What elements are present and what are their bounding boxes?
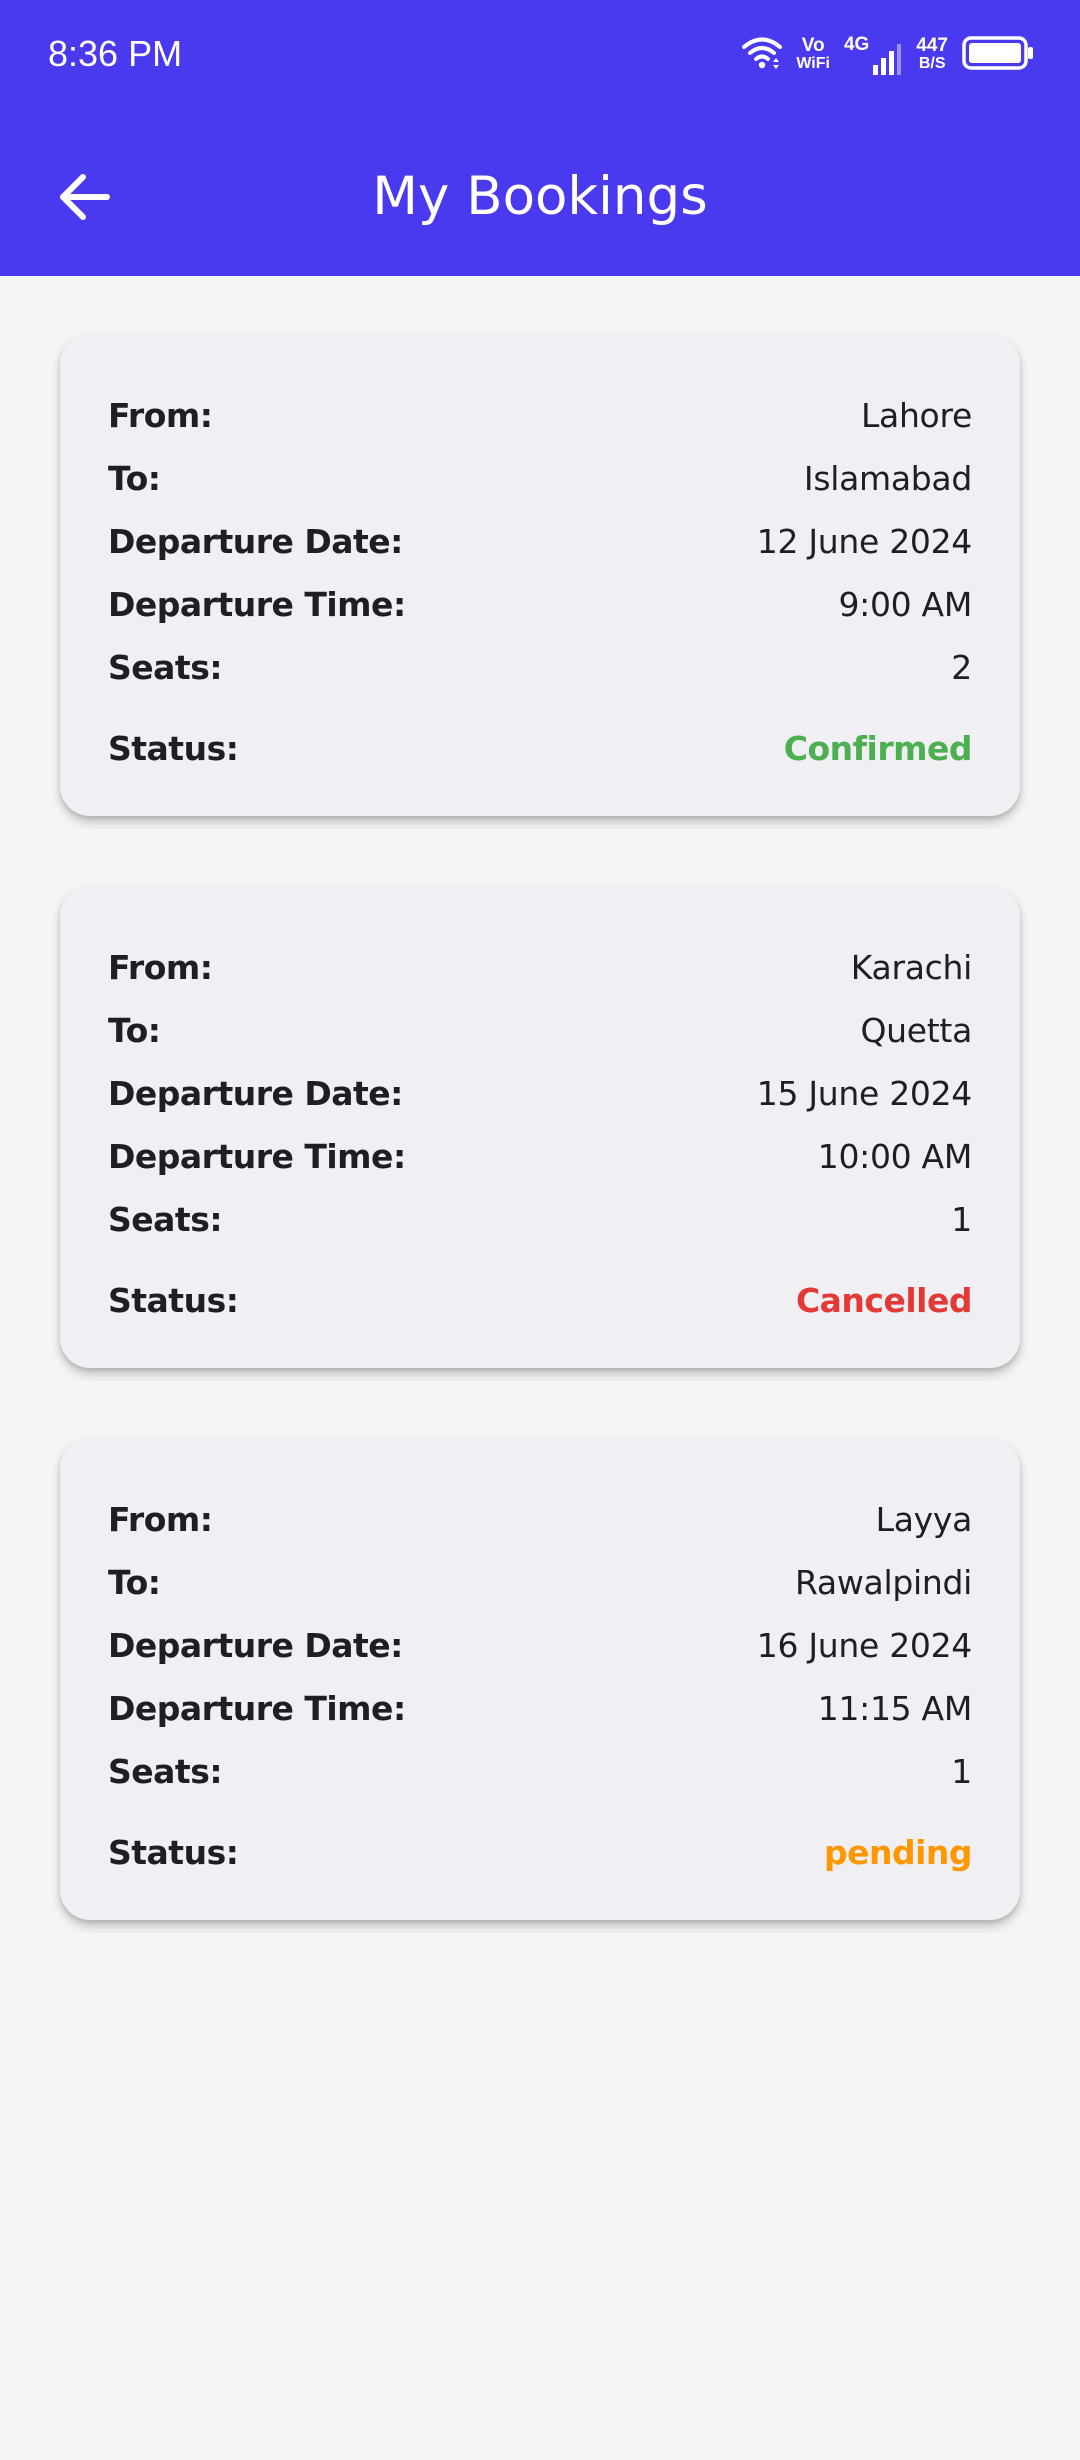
- seats-row: Seats: 1: [108, 1740, 972, 1803]
- booking-card[interactable]: From: Karachi To: Quetta Departure Date:…: [60, 886, 1020, 1368]
- bookings-list: From: Lahore To: Islamabad Departure Dat…: [60, 334, 1020, 1990]
- to-value: Islamabad: [803, 459, 972, 498]
- seats-label: Seats:: [108, 1752, 223, 1791]
- to-value: Rawalpindi: [795, 1563, 972, 1602]
- status-icons: Vo WiFi 4G 447 B/S: [742, 30, 1034, 80]
- from-label: From:: [108, 1500, 213, 1539]
- seats-value: 1: [951, 1200, 972, 1239]
- seats-value: 1: [951, 1752, 972, 1791]
- departure-date-value: 16 June 2024: [756, 1626, 973, 1665]
- status-value: Cancelled: [795, 1281, 973, 1320]
- signal-bars-icon: [873, 44, 902, 75]
- to-row: To: Islamabad: [108, 447, 972, 510]
- from-label: From:: [108, 948, 213, 987]
- to-label: To:: [108, 1011, 161, 1050]
- seats-row: Seats: 2: [108, 636, 972, 699]
- departure-time-row: Departure Time: 9:00 AM: [108, 573, 972, 636]
- departure-time-row: Departure Time: 10:00 AM: [108, 1125, 972, 1188]
- departure-date-row: Departure Date: 12 June 2024: [108, 510, 972, 573]
- departure-date-row: Departure Date: 15 June 2024: [108, 1062, 972, 1125]
- departure-time-label: Departure Time:: [108, 1137, 406, 1176]
- status-bar: 8:36 PM Vo WiFi 4G 447 B/S: [0, 0, 1080, 110]
- departure-date-label: Departure Date:: [108, 1074, 403, 1113]
- seats-row: Seats: 1: [108, 1188, 972, 1251]
- toolbar: My Bookings: [0, 120, 1080, 270]
- departure-date-value: 15 June 2024: [756, 1074, 973, 1113]
- to-row: To: Quetta: [108, 999, 972, 1062]
- to-row: To: Rawalpindi: [108, 1551, 972, 1614]
- to-value: Quetta: [860, 1011, 973, 1050]
- network-type: 4G: [843, 34, 870, 55]
- status-value: Confirmed: [783, 729, 973, 768]
- status-time: 8:36 PM: [48, 33, 183, 74]
- departure-date-label: Departure Date:: [108, 1626, 403, 1665]
- from-row: From: Layya: [108, 1488, 972, 1551]
- departure-date-value: 12 June 2024: [756, 522, 973, 561]
- from-row: From: Karachi: [108, 936, 972, 999]
- page-title: My Bookings: [372, 166, 708, 227]
- booking-card[interactable]: From: Layya To: Rawalpindi Departure Dat…: [60, 1438, 1020, 1920]
- network-speed: 447 B/S: [916, 35, 948, 72]
- departure-time-value: 10:00 AM: [817, 1137, 973, 1176]
- wifi-icon: [742, 36, 783, 74]
- to-label: To:: [108, 1563, 161, 1602]
- status-row: Status: Confirmed: [108, 717, 973, 780]
- departure-time-row: Departure Time: 11:15 AM: [108, 1677, 972, 1740]
- departure-time-label: Departure Time:: [108, 1689, 406, 1728]
- vowifi-indicator: Vo WiFi: [796, 35, 830, 72]
- departure-date-label: Departure Date:: [108, 522, 403, 561]
- departure-time-value: 9:00 AM: [838, 585, 972, 624]
- from-value: Layya: [875, 1500, 973, 1539]
- my-bookings-screen: 8:36 PM Vo WiFi 4G 447 B/S My Bookings F…: [0, 0, 1080, 2460]
- departure-time-label: Departure Time:: [108, 585, 406, 624]
- app-header: 8:36 PM Vo WiFi 4G 447 B/S My Bookings: [0, 0, 1080, 276]
- status-label: Status:: [108, 1833, 239, 1872]
- status-label: Status:: [108, 729, 239, 768]
- seats-label: Seats:: [108, 648, 223, 687]
- status-value: pending: [823, 1833, 973, 1872]
- seats-value: 2: [951, 648, 972, 687]
- status-row: Status: Cancelled: [108, 1269, 973, 1332]
- departure-time-value: 11:15 AM: [817, 1689, 973, 1728]
- departure-date-row: Departure Date: 16 June 2024: [108, 1614, 972, 1677]
- cellular-signal: 4G: [844, 35, 902, 75]
- from-value: Lahore: [860, 396, 972, 435]
- battery-icon: [962, 36, 1034, 74]
- seats-label: Seats:: [108, 1200, 223, 1239]
- from-row: From: Lahore: [108, 384, 972, 447]
- from-label: From:: [108, 396, 213, 435]
- status-row: Status: pending: [108, 1821, 973, 1884]
- to-label: To:: [108, 459, 161, 498]
- status-label: Status:: [108, 1281, 239, 1320]
- booking-card[interactable]: From: Lahore To: Islamabad Departure Dat…: [60, 334, 1020, 816]
- from-value: Karachi: [850, 948, 973, 987]
